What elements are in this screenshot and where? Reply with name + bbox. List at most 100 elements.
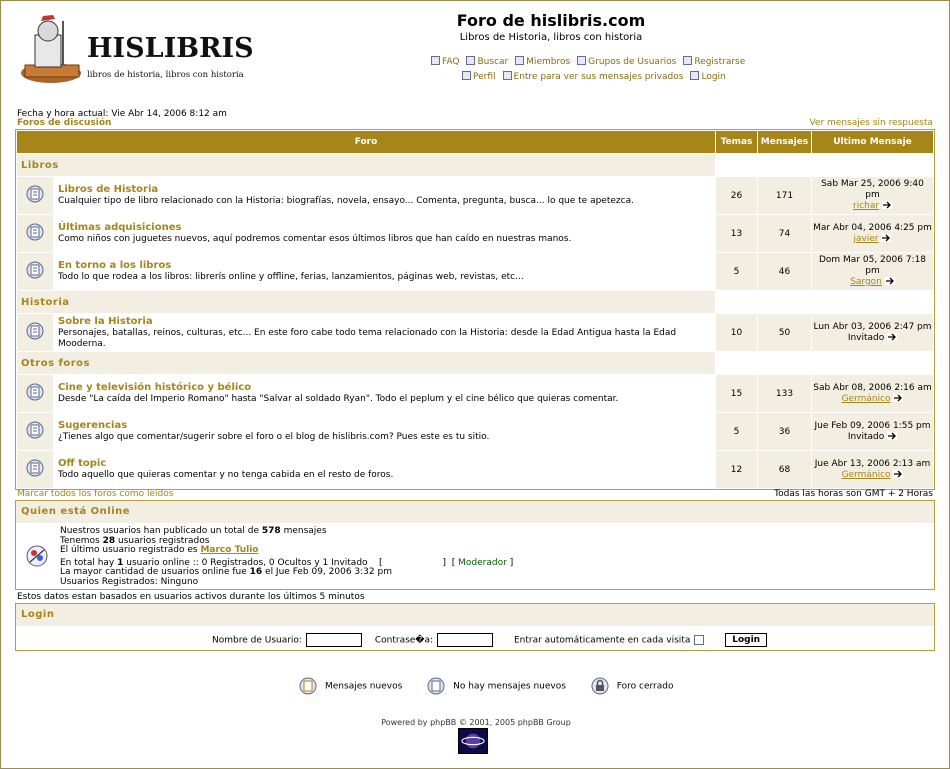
category-row: Otros foros xyxy=(17,352,933,374)
forum-folder-cell xyxy=(17,413,53,450)
category-spacer xyxy=(716,291,933,313)
nav-label: Entre para ver sus mensajes privados xyxy=(513,72,684,82)
legend-new-label: Mensajes nuevos xyxy=(325,681,403,692)
nav-messages[interactable]: Entre para ver sus mensajes privados xyxy=(502,71,684,82)
category-row: Historia xyxy=(17,291,933,313)
last-post-user[interactable]: Germánico xyxy=(842,394,891,404)
legend-no-new-posts: No hay mensajes nuevos xyxy=(427,677,566,695)
newest-user-link[interactable]: Marco Tulio xyxy=(200,545,258,555)
category-spacer xyxy=(716,352,933,374)
forum-row: Off topic Todo aquello que quieras coment… xyxy=(17,451,933,488)
category-name[interactable]: Libros xyxy=(17,154,715,176)
hislibris-logo[interactable]: HISLIBRIS libros de historia, libros con… xyxy=(19,13,259,89)
moderator-legend: Moderador xyxy=(458,557,507,568)
login-title[interactable]: Login xyxy=(16,604,934,626)
password-field[interactable] xyxy=(437,633,494,647)
legend-locked: Foro cerrado xyxy=(591,677,674,695)
last-post-user[interactable]: Germánico xyxy=(842,470,891,480)
registered-users-online: Usuarios Registrados: Ninguno xyxy=(60,576,199,587)
who-is-online-title[interactable]: Quien está Online xyxy=(16,501,934,523)
autologin-checkbox[interactable] xyxy=(694,635,705,645)
last-post-user[interactable]: javier xyxy=(854,234,879,244)
forum-row: Cine y televisión histórico y bélico Desd… xyxy=(17,375,933,412)
nav-profile[interactable]: Perfil xyxy=(462,71,496,82)
last-post-date: Sab Mar 25, 2006 9:40 pm xyxy=(821,179,924,200)
users-total-count: 28 xyxy=(102,535,116,546)
last-post-date: Jue Abr 13, 2006 2:13 am xyxy=(814,458,931,469)
forum-description: Cualquier tipo de libro relacionado con … xyxy=(58,196,634,206)
folder-locked-icon xyxy=(591,677,609,695)
goto-last-post-icon[interactable] xyxy=(884,277,895,287)
forum-name-link[interactable]: Sobre la Historia xyxy=(58,316,714,328)
legend-locked-label: Foro cerrado xyxy=(616,681,674,692)
forum-topics-count: 5 xyxy=(716,413,757,450)
site-title: Foro de hislibris.com xyxy=(456,11,646,30)
nav-label: Perfil xyxy=(473,72,496,82)
nav-groups[interactable]: Grupos de Usuarios xyxy=(577,56,676,67)
posts-total-suffix: mensajes xyxy=(280,526,327,536)
forums-index-link[interactable]: Foros de discusión xyxy=(17,118,111,128)
folder-icon xyxy=(26,383,44,404)
nav-label: Buscar xyxy=(477,57,509,67)
forum-name-link[interactable]: En torno a los libros xyxy=(58,260,714,272)
goto-last-post-icon[interactable] xyxy=(893,469,904,480)
forum-posts-count: 133 xyxy=(758,375,811,412)
forum-name-link[interactable]: Libros de Historia xyxy=(58,184,714,196)
forum-name-link[interactable]: Cine y televisión histórico y bélico xyxy=(58,382,714,394)
nav-label: Login xyxy=(701,72,726,82)
forum-topics-count: 10 xyxy=(716,314,757,351)
goto-last-post-icon[interactable] xyxy=(881,201,892,211)
forum-posts-count: 46 xyxy=(758,253,811,290)
nav-members[interactable]: Miembros xyxy=(515,56,570,67)
category-name[interactable]: Otros foros xyxy=(17,352,715,374)
online-now-suffix: usuario online :: 0 Registrados, 0 Ocult… xyxy=(123,557,368,568)
groups-icon xyxy=(577,56,587,65)
forum-folder-cell xyxy=(17,215,53,252)
login-box: Login Nombre de Usuario: Contrase�a: Ent… xyxy=(15,603,935,651)
forum-table: Foro Temas Mensajes Ultimo Mensaje Libro… xyxy=(15,129,935,490)
users-total-text: Tenemos xyxy=(60,535,103,546)
unanswered-posts-link[interactable]: Ver mensajes sin respuesta xyxy=(809,118,933,128)
login-icon xyxy=(690,71,700,80)
phpbb-logo[interactable] xyxy=(458,728,488,754)
forum-name-link[interactable]: Off topic xyxy=(58,458,714,470)
folder-icon xyxy=(26,421,44,442)
forum-description: Desde "La caída del Imperio Romano" hast… xyxy=(58,394,619,404)
folder-icon xyxy=(26,261,44,282)
forum-row: Últimas adquisiciones Como niños con jugu… xyxy=(17,215,933,252)
forum-description: ¿Tienes algo que comentar/sugerir sobre … xyxy=(58,432,490,442)
forum-folder-cell xyxy=(17,314,53,351)
category-name[interactable]: Historia xyxy=(17,291,715,313)
header-forum: Foro xyxy=(17,131,715,153)
forum-last-post: Jue Feb 09, 2006 1:55 pm Invitado xyxy=(812,413,933,450)
legend-bracket-open: [ xyxy=(379,557,383,568)
goto-last-post-icon[interactable] xyxy=(881,233,892,244)
forum-folder-cell xyxy=(17,451,53,488)
forum-last-post: Mar Abr 04, 2006 4:25 pm javier xyxy=(812,215,933,252)
goto-last-post-icon[interactable] xyxy=(893,393,904,404)
newest-user-text: El último usuario registrado es xyxy=(60,545,201,556)
goto-last-post-icon[interactable] xyxy=(887,332,898,343)
folder-icon xyxy=(26,459,44,480)
forum-posts-count: 36 xyxy=(758,413,811,450)
last-post-date: Sab Abr 08, 2006 2:16 am xyxy=(813,382,932,393)
forum-folder-cell xyxy=(17,375,53,412)
nav-register[interactable]: Registrarse xyxy=(683,56,745,67)
forum-name-link[interactable]: Últimas adquisiciones xyxy=(58,222,714,234)
last-post-user[interactable]: Sargon xyxy=(850,277,882,287)
login-button[interactable]: Login xyxy=(725,633,768,647)
mark-all-read-link[interactable]: Marcar todos los foros como leídos xyxy=(17,489,173,499)
forum-description: Como niños con juguetes nuevos, aquí pod… xyxy=(58,234,572,244)
nav-login[interactable]: Login xyxy=(690,71,726,82)
nav-search[interactable]: Buscar xyxy=(466,56,509,67)
register-icon xyxy=(683,56,693,65)
legend-new-posts: Mensajes nuevos xyxy=(299,677,402,695)
username-field[interactable] xyxy=(305,633,362,647)
category-row: Libros xyxy=(17,154,933,176)
last-post-user[interactable]: richar xyxy=(853,201,879,211)
goto-last-post-icon[interactable] xyxy=(887,431,898,442)
forum-posts-count: 50 xyxy=(758,314,811,351)
forum-name-link[interactable]: Sugerencias xyxy=(58,420,714,432)
nav-faq[interactable]: FAQ xyxy=(431,56,459,67)
folder-icon xyxy=(26,223,44,244)
